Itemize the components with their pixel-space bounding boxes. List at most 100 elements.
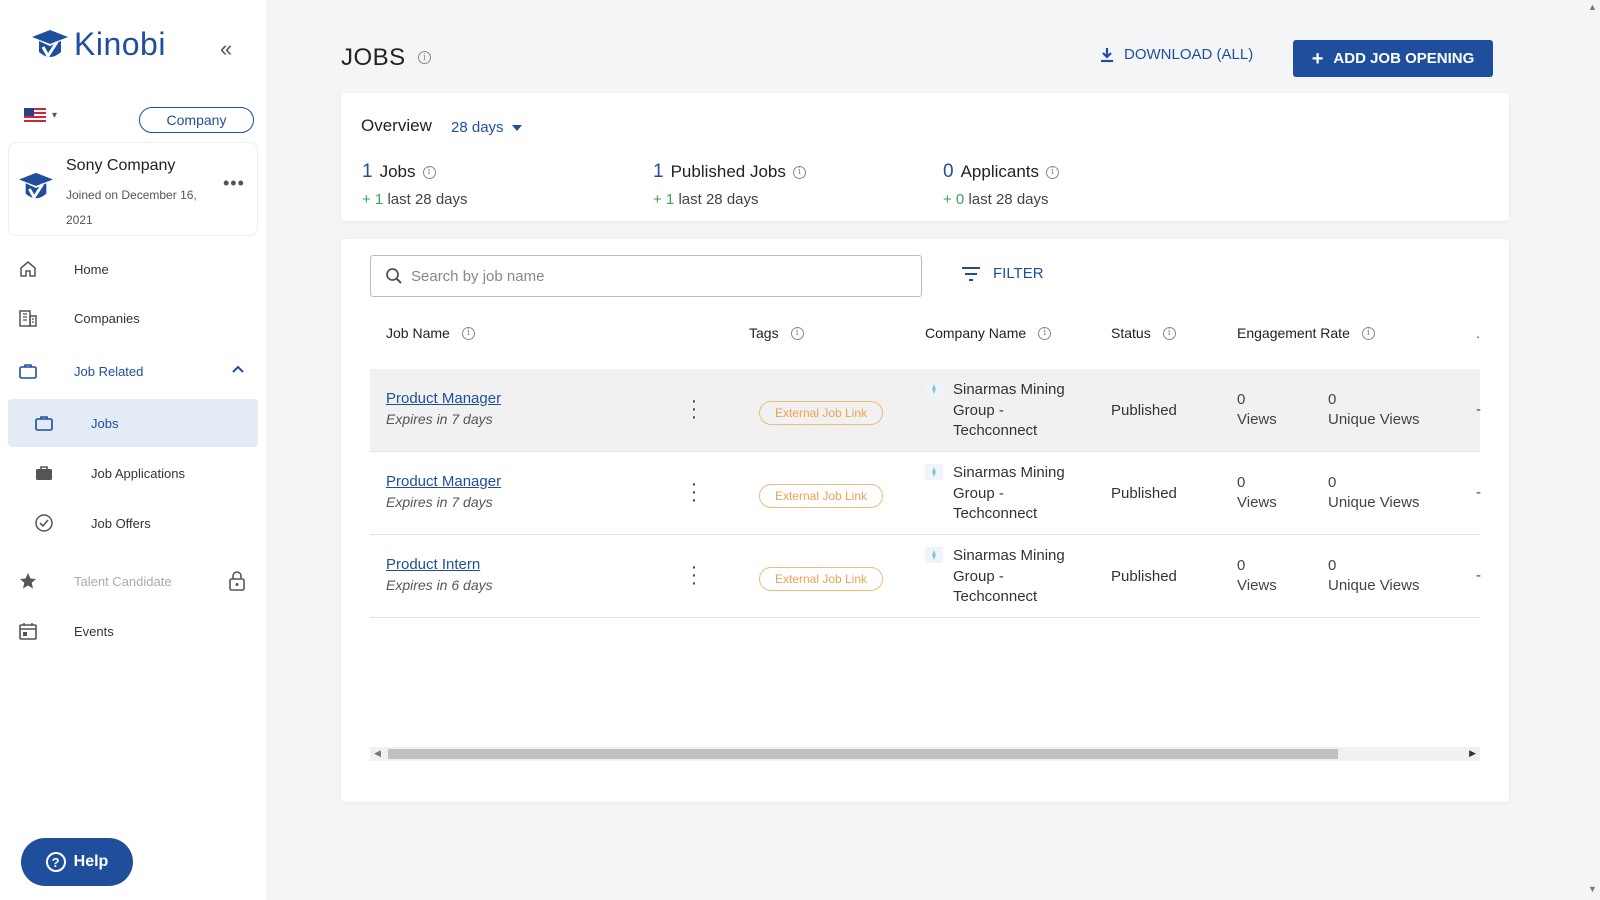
- help-button[interactable]: ? Help: [21, 838, 133, 886]
- info-icon[interactable]: i: [418, 51, 431, 64]
- tag-badge[interactable]: External Job Link: [759, 401, 883, 425]
- download-all-button[interactable]: DOWNLOAD (ALL): [1100, 46, 1253, 63]
- scrollbar-thumb[interactable]: [388, 749, 1338, 759]
- collapse-sidebar-icon[interactable]: «: [220, 36, 232, 62]
- table-row[interactable]: Product Manager Expires in 7 days · · · Ex…: [370, 452, 1481, 535]
- column-header-engagement-rate[interactable]: Engagement Rate i: [1237, 325, 1375, 341]
- sidebar-item-job-offers[interactable]: Job Offers: [8, 499, 258, 547]
- stat-jobs: 1 Jobs i + 1 last 28 days: [362, 161, 468, 208]
- status-cell: Published: [1111, 485, 1177, 502]
- more-options-icon[interactable]: •••: [223, 173, 245, 194]
- building-icon: [19, 310, 37, 327]
- column-header-company-name[interactable]: Company Name i: [925, 325, 1052, 341]
- company-name: Sony Company: [66, 157, 176, 174]
- company-logo: [925, 464, 943, 480]
- column-header-truncated: .: [1476, 325, 1480, 341]
- company-name-cell: Sinarmas Mining Group - Techconnect: [953, 547, 1065, 605]
- calendar-icon: [19, 623, 37, 640]
- views-count: 0: [1237, 391, 1246, 408]
- tag-badge[interactable]: External Job Link: [759, 484, 883, 508]
- overview-label: Overview: [361, 116, 432, 135]
- column-header-job-name[interactable]: Job Name i: [386, 325, 475, 341]
- home-icon: [20, 261, 36, 277]
- tag-badge[interactable]: External Job Link: [759, 567, 883, 591]
- views-count: 0: [1237, 474, 1246, 491]
- plus-icon: +: [1311, 47, 1324, 70]
- sidebar-item-label: Companies: [74, 310, 140, 326]
- row-menu-icon[interactable]: · · ·: [688, 557, 700, 593]
- company-joined-date: Joined on December 16, 2021: [66, 188, 197, 227]
- stat-count: 1: [653, 161, 664, 182]
- scroll-right-icon[interactable]: ▶: [1469, 748, 1476, 759]
- job-name-link[interactable]: Product Manager: [386, 473, 501, 490]
- scroll-down-icon[interactable]: ▼: [1588, 884, 1597, 894]
- info-icon[interactable]: i: [1162, 326, 1176, 340]
- stat-count: 0: [943, 161, 954, 182]
- brand-name: Kinobi: [74, 26, 166, 62]
- table-row[interactable]: Product Intern Expires in 6 days · · · Ext…: [370, 535, 1481, 618]
- sidebar-item-events[interactable]: Events: [8, 607, 258, 655]
- status-cell: Published: [1111, 402, 1177, 419]
- briefcase-icon: [19, 364, 37, 379]
- truncated-cell: -: [1476, 401, 1481, 418]
- sidebar-item-talent-candidate[interactable]: Talent Candidate: [8, 557, 258, 605]
- table-row[interactable]: Product Manager Expires in 7 days · · · Ex…: [370, 369, 1481, 452]
- chevron-up-icon[interactable]: [230, 361, 246, 377]
- job-expiry: Expires in 6 days: [386, 577, 493, 593]
- row-menu-icon[interactable]: · · ·: [688, 391, 700, 427]
- language-selector[interactable]: ▾: [24, 108, 57, 123]
- info-icon[interactable]: i: [461, 326, 475, 340]
- unique-views-count: 0: [1328, 474, 1337, 491]
- scroll-up-icon[interactable]: ▲: [1588, 2, 1597, 12]
- scroll-left-icon[interactable]: ◀: [374, 748, 381, 759]
- column-header-status[interactable]: Status i: [1111, 325, 1176, 341]
- sidebar-item-label: Jobs: [91, 415, 119, 431]
- job-name-link[interactable]: Product Manager: [386, 390, 501, 407]
- column-header-label: Company Name: [925, 325, 1027, 341]
- column-header-label: Engagement Rate: [1237, 325, 1350, 341]
- search-field[interactable]: [370, 255, 922, 297]
- verified-badge-icon: [35, 514, 53, 532]
- stat-delta-text: last 28 days: [678, 191, 759, 208]
- search-input[interactable]: [411, 267, 911, 285]
- horizontal-scrollbar[interactable]: ◀ ▶: [370, 747, 1480, 761]
- sidebar-item-home[interactable]: Home: [8, 245, 258, 293]
- company-avatar: [19, 172, 53, 201]
- column-header-tags[interactable]: Tags i: [749, 325, 804, 341]
- unique-views-label: Unique Views: [1328, 577, 1420, 594]
- sidebar: Kinobi « ▾ Company Sony Company Joined o…: [0, 0, 266, 900]
- jobs-table-card: FILTER Job Namei Tagsi Company Name i Sta…: [341, 239, 1509, 802]
- vertical-scrollbar[interactable]: ▲ ▼: [1584, 0, 1600, 900]
- sidebar-item-label: Job Related: [74, 363, 144, 379]
- kinobi-mortarboard-icon: [32, 29, 68, 59]
- period-select[interactable]: 28 days: [451, 119, 522, 136]
- info-icon[interactable]: i: [1361, 326, 1375, 340]
- stat-label: Published Jobs: [670, 162, 786, 181]
- unique-views-metric: 0 Unique Views: [1328, 473, 1419, 513]
- info-icon[interactable]: i: [422, 165, 436, 179]
- column-header-label: Status: [1111, 325, 1151, 341]
- info-icon[interactable]: i: [792, 165, 806, 179]
- sidebar-item-job-related[interactable]: Job Related: [8, 347, 258, 395]
- stat-published-jobs: 1 Published Jobs i + 1 last 28 days: [653, 161, 806, 208]
- info-icon[interactable]: i: [1046, 165, 1060, 179]
- kinobi-logo[interactable]: Kinobi: [30, 26, 166, 63]
- info-icon[interactable]: i: [1038, 326, 1052, 340]
- sidebar-item-jobs[interactable]: Jobs: [8, 399, 258, 447]
- help-label: Help: [73, 853, 109, 870]
- truncated-cell: -: [1476, 567, 1481, 584]
- add-job-opening-button[interactable]: + ADD JOB OPENING: [1293, 40, 1493, 77]
- info-icon[interactable]: i: [790, 326, 804, 340]
- truncated-cell: -: [1476, 484, 1481, 501]
- filter-button[interactable]: FILTER: [961, 265, 1044, 282]
- help-icon: ?: [45, 852, 66, 872]
- row-menu-icon[interactable]: · · ·: [688, 474, 700, 510]
- job-name-link[interactable]: Product Intern: [386, 556, 480, 573]
- sidebar-item-companies[interactable]: Companies: [8, 294, 258, 342]
- sidebar-item-job-applications[interactable]: Job Applications: [8, 449, 258, 497]
- overview-card: Overview 28 days 1 Jobs i + 1 last 28 days…: [341, 93, 1509, 221]
- views-label: Views: [1237, 577, 1277, 594]
- company-switch-button[interactable]: Company: [139, 107, 254, 133]
- unique-views-metric: 0 Unique Views: [1328, 556, 1419, 596]
- stat-label: Applicants: [960, 162, 1040, 181]
